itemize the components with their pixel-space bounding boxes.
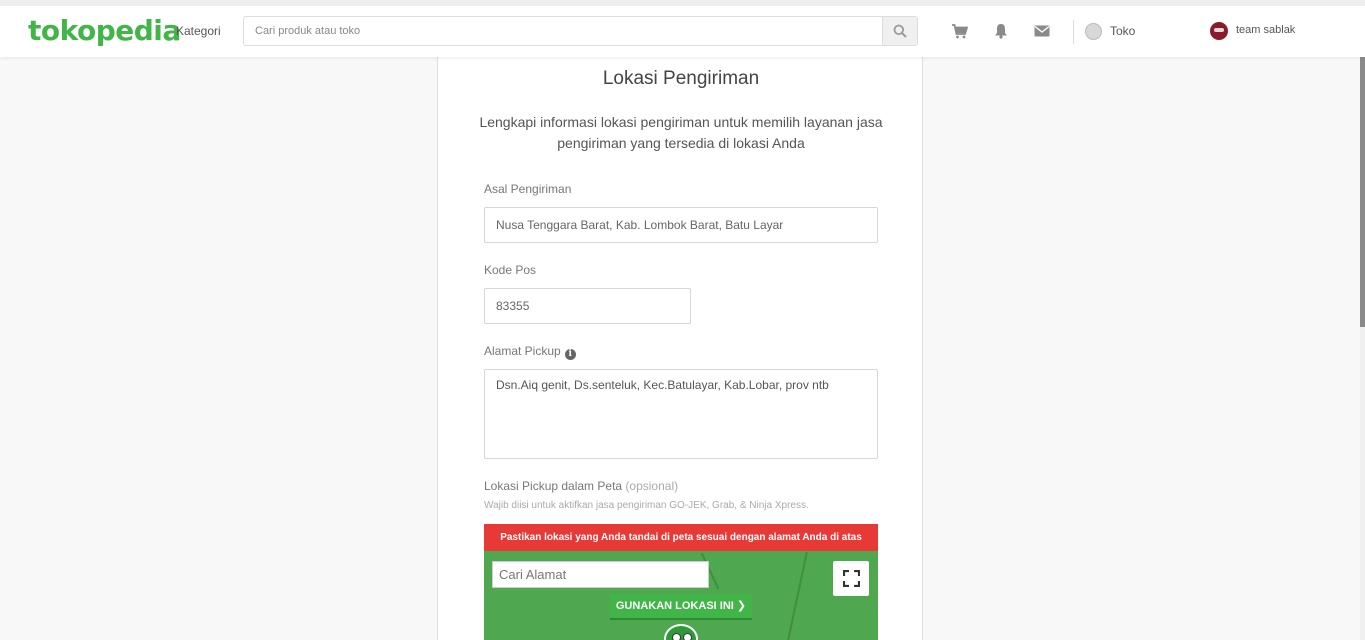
map-location-label: Lokasi Pickup dalam Peta (opsional) [484,479,678,493]
notification-button[interactable] [992,22,1010,40]
pickup-address-label: Alamat Pickup i [484,344,576,360]
fullscreen-icon [842,570,860,587]
origin-field[interactable]: Nusa Tenggara Barat, Kab. Lombok Barat, … [484,207,878,243]
use-location-button[interactable]: GUNAKAN LOKASI INI ❯ [610,594,752,620]
cart-button[interactable] [950,22,968,40]
tokopedia-logo[interactable]: tokopedia [28,14,181,47]
bell-icon [995,24,1007,39]
search-button[interactable] [882,17,917,45]
search-bar [243,16,918,46]
map-road [786,551,808,640]
cart-icon [951,23,968,38]
shop-avatar[interactable] [1085,23,1102,40]
user-menu[interactable]: team sablak [1236,24,1295,36]
map-location-label-text: Lokasi Pickup dalam Peta [484,479,623,493]
pickup-map[interactable]: Pastikan lokasi yang Anda tandai di peta… [484,524,878,640]
page-scrollbar[interactable] [1360,57,1365,640]
mascot-eye [672,633,681,640]
origin-label: Asal Pengiriman [484,182,572,196]
postal-code-field[interactable]: 83355 [484,288,691,324]
info-icon[interactable]: i [564,349,576,360]
message-button[interactable] [1033,22,1051,40]
map-warning-banner: Pastikan lokasi yang Anda tandai di peta… [484,524,878,551]
mail-icon [1034,25,1050,37]
postal-code-label: Kode Pos [484,263,537,277]
scrollbar-thumb[interactable] [1360,57,1365,327]
pickup-address-label-text: Alamat Pickup [484,344,561,358]
optional-tag: (opsional) [625,479,679,493]
shipping-location-card: Lokasi Pengiriman Lengkapi informasi lok… [437,57,923,640]
top-navbar: tokopedia Kategori Toko tea [0,0,1365,57]
search-icon [893,24,907,38]
chevron-right-icon: ❯ [736,600,747,612]
page-title: Lokasi Pengiriman [602,68,760,89]
map-hint: Wajib diisi untuk aktifkan jasa pengirim… [484,500,809,511]
kategori-menu[interactable]: Kategori [176,24,221,38]
shop-link[interactable]: Toko [1110,24,1135,38]
mascot-eye [683,633,692,640]
search-input[interactable] [244,17,882,45]
map-search-input[interactable] [492,561,709,588]
fullscreen-button[interactable] [833,561,869,596]
map-pin-mascot[interactable] [664,624,698,640]
header-divider [1073,20,1074,44]
use-location-label: GUNAKAN LOKASI INI [615,600,734,612]
page-description: Lengkapi informasi lokasi pengiriman unt… [479,114,883,151]
pickup-address-textarea[interactable]: Dsn.Aiq genit, Ds.senteluk, Kec.Batulaya… [484,369,878,459]
user-avatar[interactable] [1210,22,1228,40]
